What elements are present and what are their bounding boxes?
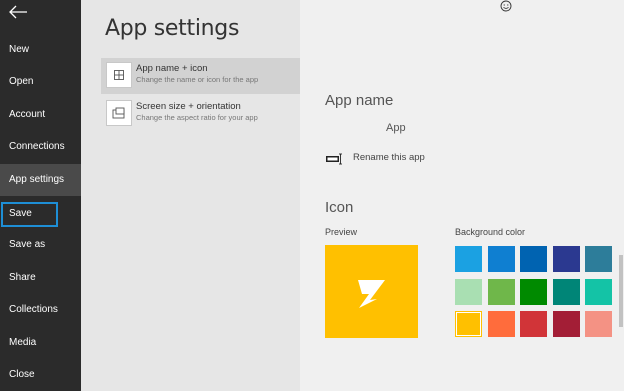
app-name-value[interactable]: App — [386, 122, 406, 134]
color-swatch[interactable] — [488, 311, 515, 337]
nav-item-open[interactable]: Open — [0, 66, 81, 98]
page-title: App settings — [105, 16, 240, 41]
nav-item-new[interactable]: New — [0, 34, 81, 66]
color-swatch[interactable] — [520, 279, 547, 305]
nav-item-share[interactable]: Share — [0, 262, 81, 294]
color-swatch[interactable] — [455, 279, 482, 305]
nav-item-account[interactable]: Account — [0, 99, 81, 131]
preview-label: Preview — [325, 227, 358, 237]
app-grid-icon — [106, 62, 132, 88]
settings-pane: App settings App name + icon Change the … — [81, 0, 300, 391]
smiley-feedback-icon[interactable] — [499, 0, 513, 14]
color-swatch[interactable] — [520, 246, 547, 272]
option-title: Screen size + orientation — [136, 101, 241, 112]
back-arrow-icon[interactable] — [8, 4, 28, 20]
nav-item-app-settings[interactable]: App settings — [0, 164, 81, 196]
lightning-icon — [358, 280, 385, 308]
rename-icon — [325, 152, 345, 170]
option-subtitle: Change the aspect ratio for your app — [136, 113, 258, 122]
screen-orientation-icon — [106, 100, 132, 126]
scrollbar-thumb[interactable] — [619, 255, 623, 327]
nav-item-collections[interactable]: Collections — [0, 294, 81, 326]
settings-content: App name App Rename this app Icon Previe… — [300, 0, 624, 391]
color-swatch[interactable] — [553, 279, 580, 305]
color-swatch[interactable] — [455, 311, 482, 337]
option-screen-size[interactable]: Screen size + orientation Change the asp… — [101, 96, 300, 132]
color-swatch[interactable] — [585, 246, 612, 272]
nav-item-close[interactable]: Close — [0, 359, 81, 391]
background-color-label: Background color — [455, 227, 526, 237]
option-app-name-icon[interactable]: App name + icon Change the name or icon … — [101, 58, 300, 94]
color-swatch[interactable] — [488, 279, 515, 305]
nav-item-save[interactable]: Save — [1, 202, 58, 227]
icon-heading: Icon — [325, 199, 354, 216]
color-swatch[interactable] — [520, 311, 547, 337]
option-subtitle: Change the name or icon for the app — [136, 75, 259, 84]
nav-item-connections[interactable]: Connections — [0, 131, 81, 163]
color-swatch[interactable] — [488, 246, 515, 272]
file-nav: New Open Account Connections App setting… — [0, 0, 81, 391]
color-swatch[interactable] — [585, 311, 612, 337]
nav-item-media[interactable]: Media — [0, 327, 81, 359]
rename-label: Rename this app — [353, 152, 425, 163]
scrollbar[interactable] — [619, 0, 624, 391]
app-name-heading: App name — [325, 92, 394, 109]
color-swatch[interactable] — [585, 279, 612, 305]
color-swatch[interactable] — [553, 246, 580, 272]
icon-preview — [325, 245, 418, 338]
option-title: App name + icon — [136, 63, 208, 74]
color-swatch[interactable] — [553, 311, 580, 337]
color-swatch[interactable] — [455, 246, 482, 272]
nav-item-save-as[interactable]: Save as — [0, 229, 81, 261]
